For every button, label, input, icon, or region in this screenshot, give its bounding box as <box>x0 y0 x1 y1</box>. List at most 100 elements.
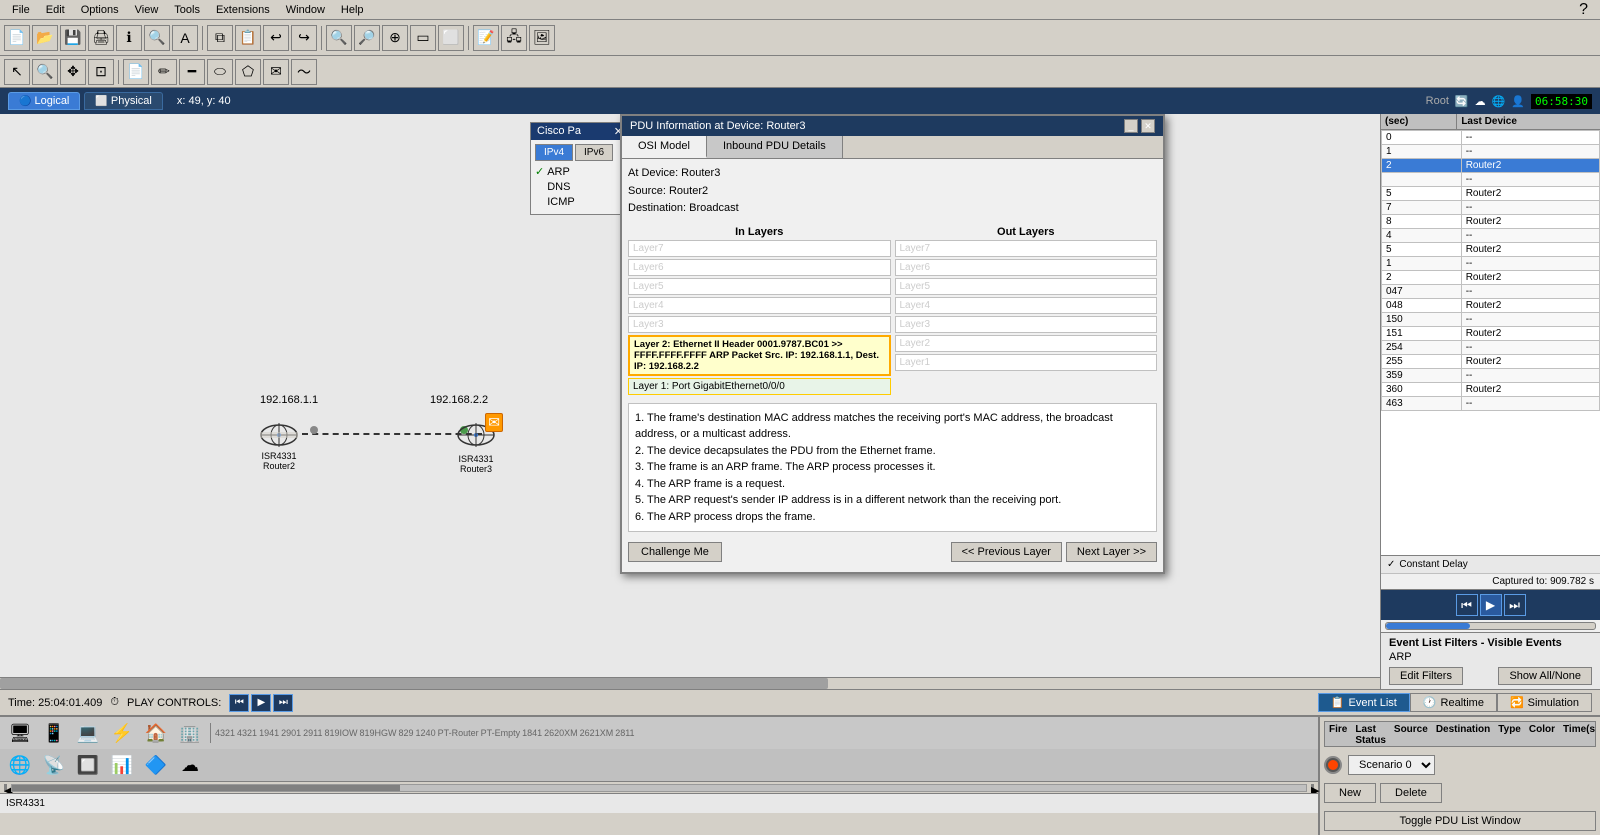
router2[interactable]: ISR4331 Router2 <box>258 419 300 471</box>
sim-row-16[interactable]: 255Router2 <box>1382 355 1600 369</box>
scroll-right-arrow[interactable]: ▶ <box>1311 784 1314 792</box>
undo-btn[interactable]: ↩ <box>263 25 289 51</box>
dev-icon-6[interactable]: 🏢 <box>174 721 206 745</box>
ellipse-btn[interactable]: ⬜ <box>438 25 464 51</box>
sim-row-9[interactable]: 1-- <box>1382 257 1600 271</box>
sim-row-12[interactable]: 048Router2 <box>1382 299 1600 313</box>
oval-btn[interactable]: ⬭ <box>207 59 233 85</box>
status-play-play[interactable]: ▶ <box>251 694 271 712</box>
open-btn[interactable]: 📂 <box>32 25 58 51</box>
text-btn[interactable]: A <box>172 25 198 51</box>
status-play-begin[interactable]: ⏮ <box>229 694 249 712</box>
sim-row-1[interactable]: 1-- <box>1382 145 1600 159</box>
menu-view[interactable]: View <box>127 4 167 16</box>
delete-scenario-btn[interactable]: Delete <box>1380 783 1442 803</box>
envelope-btn[interactable]: ✉ <box>263 59 289 85</box>
sim-row-3[interactable]: -- <box>1382 173 1600 187</box>
rect-btn[interactable]: ▭ <box>410 25 436 51</box>
sim-row-0[interactable]: 0-- <box>1382 131 1600 145</box>
sim-row-17[interactable]: 359-- <box>1382 369 1600 383</box>
dev-icon-r5[interactable]: 🔷 <box>140 753 172 777</box>
sim-row-2[interactable]: 2Router2 <box>1382 159 1600 173</box>
menu-file[interactable]: File <box>4 4 38 16</box>
new-scenario-btn[interactable]: New <box>1324 783 1376 803</box>
info-btn[interactable]: ℹ <box>116 25 142 51</box>
save-btn[interactable]: 💾 <box>60 25 86 51</box>
diagram-scrollbar[interactable] <box>0 677 1380 689</box>
edit-filters-btn[interactable]: Edit Filters <box>1389 667 1463 685</box>
pdu-tab-osi[interactable]: OSI Model <box>622 136 707 158</box>
sim-row-8[interactable]: 5Router2 <box>1382 243 1600 257</box>
next-layer-btn[interactable]: Next Layer >> <box>1066 542 1157 562</box>
router3[interactable]: ✉ ISR4331 Router3 <box>455 419 497 474</box>
nav-logical[interactable]: 🔵 Logical <box>8 92 80 110</box>
show-all-none-btn[interactable]: Show All/None <box>1498 667 1592 685</box>
sim-row-19[interactable]: 463-- <box>1382 397 1600 411</box>
note-btn[interactable]: 📄 <box>123 59 149 85</box>
menu-tools[interactable]: Tools <box>166 4 208 16</box>
print-btn[interactable]: 🖨 <box>88 25 114 51</box>
redo-btn[interactable]: ↪ <box>291 25 317 51</box>
dev-icon-r4[interactable]: 📊 <box>106 753 138 777</box>
scrollbar-thumb[interactable] <box>0 678 828 689</box>
dev-icon-r2[interactable]: 📡 <box>38 753 70 777</box>
freeform-btn[interactable]: 〜 <box>291 59 317 85</box>
dev-icon-5[interactable]: 🏠 <box>140 721 172 745</box>
zoom-out-btn[interactable]: 🔎 <box>354 25 380 51</box>
move-btn[interactable]: ✥ <box>60 59 86 85</box>
play-back-btn[interactable]: ⏮ <box>1456 594 1478 616</box>
dev-icon-r6[interactable]: ☁ <box>174 753 206 777</box>
zoom-reset-btn[interactable]: ⊕ <box>382 25 408 51</box>
copy-btn[interactable]: ⧉ <box>207 25 233 51</box>
pencil-btn[interactable]: ✏ <box>151 59 177 85</box>
inspector-btn[interactable]: 🔍 <box>144 25 170 51</box>
sim-row-6[interactable]: 8Router2 <box>1382 215 1600 229</box>
help-icon[interactable]: ? <box>1571 1 1596 19</box>
dev-icon-2[interactable]: 📱 <box>38 721 70 745</box>
dev-icon-4[interactable]: ⚡ <box>106 721 138 745</box>
progress-bar-container[interactable] <box>1385 622 1596 630</box>
dev-icon-r3[interactable]: 🔲 <box>72 753 104 777</box>
sim-row-14[interactable]: 151Router2 <box>1382 327 1600 341</box>
cisco-ipv6-tab[interactable]: IPv6 <box>575 144 613 161</box>
sim-row-11[interactable]: 047-- <box>1382 285 1600 299</box>
menu-edit[interactable]: Edit <box>38 4 73 16</box>
event-list-tab[interactable]: 📋 Event List <box>1318 693 1410 712</box>
notes-btn[interactable]: 📝 <box>473 25 499 51</box>
pdu-in-layer1[interactable]: Layer 1: Port GigabitEthernet0/0/0 <box>628 378 891 395</box>
menu-help[interactable]: Help <box>333 4 372 16</box>
simulation-tab[interactable]: 🔁 Simulation <box>1497 693 1592 712</box>
line-btn[interactable]: ━ <box>179 59 205 85</box>
sim-scroll-area[interactable]: 0-- 1-- 2Router2 -- 5Router2 7-- 8Router… <box>1381 130 1600 555</box>
select-mode-btn[interactable]: ↖ <box>4 59 30 85</box>
device-scrollbar[interactable]: ◀ ▶ <box>0 781 1318 793</box>
realtime-tab[interactable]: 🕐 Realtime <box>1410 693 1497 712</box>
menu-window[interactable]: Window <box>278 4 333 16</box>
sim-row-5[interactable]: 7-- <box>1382 201 1600 215</box>
connect-btn[interactable]: ⊡ <box>88 59 114 85</box>
paste-btn[interactable]: 📋 <box>235 25 261 51</box>
nav-physical[interactable]: ⬜ Physical <box>84 92 162 110</box>
toggle-pdu-btn[interactable]: Toggle PDU List Window <box>1324 811 1596 831</box>
cluster-btn[interactable]: 🖼 <box>529 25 555 51</box>
sim-row-18[interactable]: 360Router2 <box>1382 383 1600 397</box>
sim-row-7[interactable]: 4-- <box>1382 229 1600 243</box>
sim-row-13[interactable]: 150-- <box>1382 313 1600 327</box>
dev-icon-1[interactable]: 🖥 <box>4 721 36 745</box>
constant-delay-checkbox[interactable]: ✓ <box>1387 559 1395 570</box>
zoom-mode-btn[interactable]: 🔍 <box>32 59 58 85</box>
status-play-end[interactable]: ⏭ <box>273 694 293 712</box>
scenario-dropdown[interactable]: Scenario 0 <box>1348 755 1435 775</box>
sim-row-10[interactable]: 2Router2 <box>1382 271 1600 285</box>
play-fwd-btn[interactable]: ▶ <box>1480 594 1502 616</box>
prev-layer-btn[interactable]: << Previous Layer <box>951 542 1062 562</box>
topology-btn[interactable]: 🖧 <box>501 25 527 51</box>
menu-extensions[interactable]: Extensions <box>208 4 278 16</box>
challenge-me-btn[interactable]: Challenge Me <box>628 542 722 562</box>
pdu-in-layer2[interactable]: Layer 2: Ethernet II Header 0001.9787.BC… <box>628 335 891 376</box>
pdu-close-btn[interactable]: ✕ <box>1141 119 1155 133</box>
dev-icon-r1[interactable]: 🌐 <box>4 753 36 777</box>
zoom-in-btn[interactable]: 🔍 <box>326 25 352 51</box>
sim-row-4[interactable]: 5Router2 <box>1382 187 1600 201</box>
sim-row-15[interactable]: 254-- <box>1382 341 1600 355</box>
